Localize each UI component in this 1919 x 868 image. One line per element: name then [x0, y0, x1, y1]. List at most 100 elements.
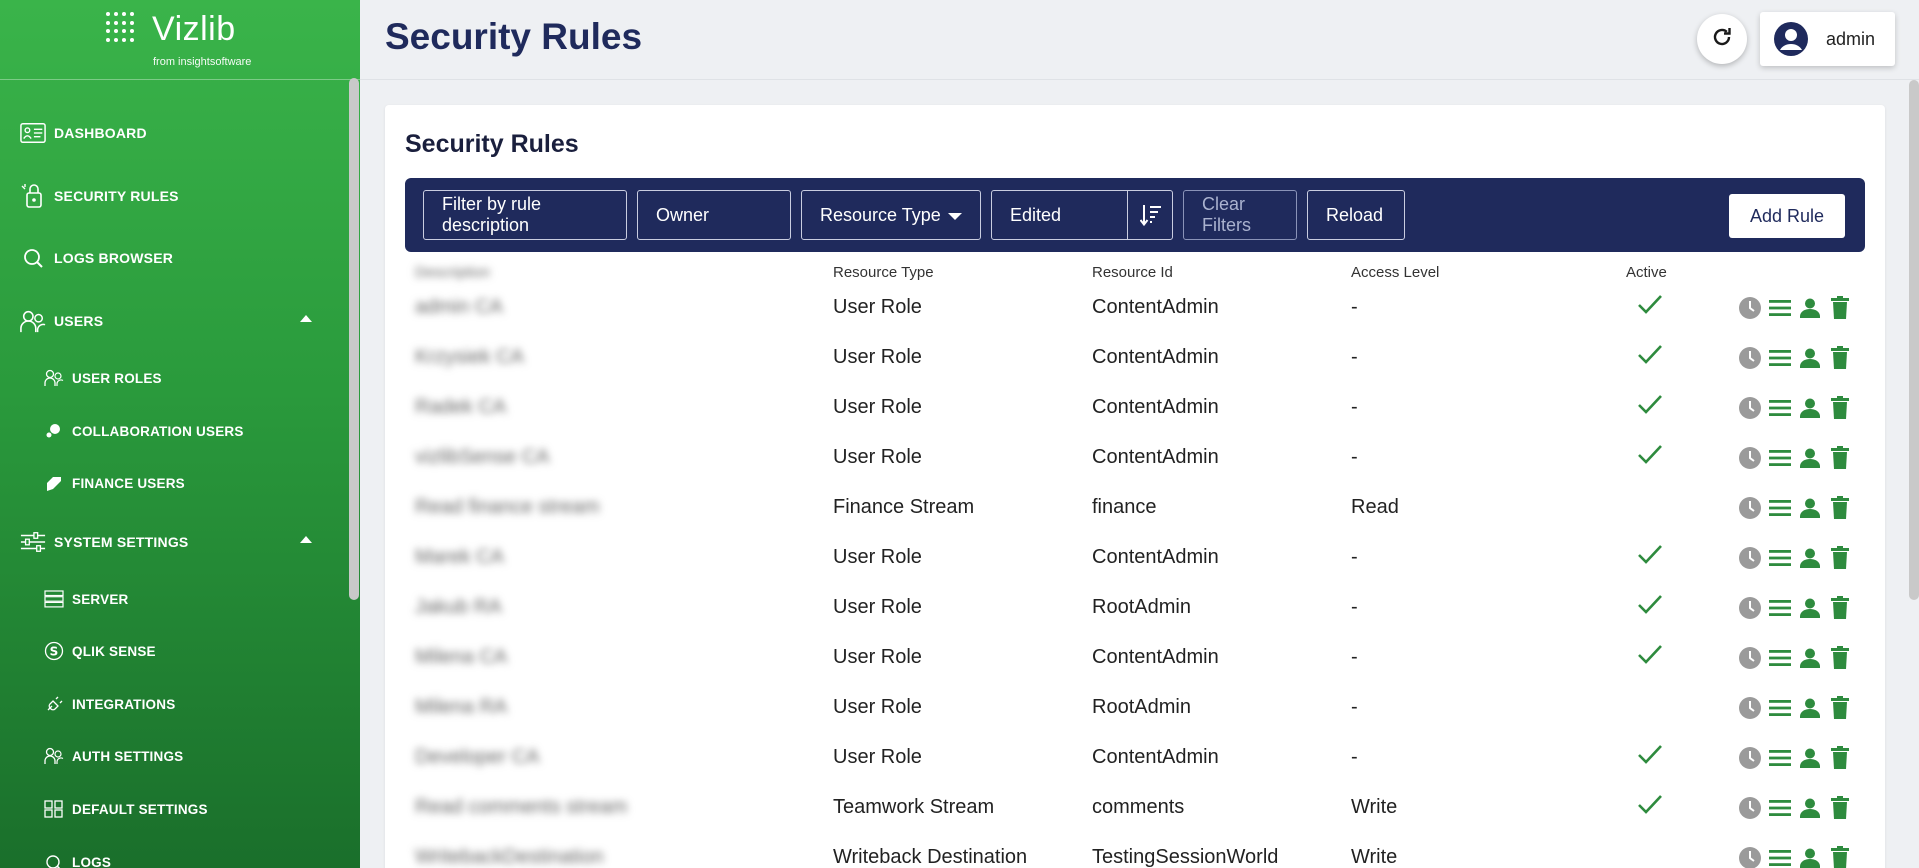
sidebar-item-server[interactable]: SERVER: [44, 584, 344, 614]
resource-type-select[interactable]: Resource Type: [801, 190, 981, 240]
details-list-icon[interactable]: [1767, 695, 1793, 721]
history-icon[interactable]: [1737, 845, 1763, 868]
history-icon[interactable]: [1737, 695, 1763, 721]
refresh-button[interactable]: [1697, 14, 1747, 64]
cell-resource-type: User Role: [833, 746, 922, 768]
history-icon[interactable]: [1737, 595, 1763, 621]
column-header-resource-id[interactable]: Resource Id: [1092, 264, 1173, 281]
row-actions: [1737, 695, 1853, 721]
sort-descending-icon[interactable]: [1139, 203, 1162, 232]
history-icon[interactable]: [1737, 745, 1763, 771]
collapse-caret-icon[interactable]: [300, 315, 312, 322]
table-row[interactable]: Krzysiek CA User Role ContentAdmin -: [385, 345, 1885, 395]
sidebar-item-security-rules[interactable]: SECURITY RULES: [20, 181, 320, 211]
details-list-icon[interactable]: [1767, 745, 1793, 771]
collaboration-icon: [44, 421, 64, 441]
main-scrollbar[interactable]: [1909, 80, 1919, 600]
sidebar-item-collaboration-users[interactable]: COLLABORATION USERS: [44, 416, 344, 446]
sidebar-item-user-roles[interactable]: USER ROLES: [44, 363, 344, 393]
sidebar-item-system-settings[interactable]: SYSTEM SETTINGS: [20, 527, 320, 557]
history-icon[interactable]: [1737, 795, 1763, 821]
details-list-icon[interactable]: [1767, 795, 1793, 821]
history-icon[interactable]: [1737, 445, 1763, 471]
table-row[interactable]: admin CA User Role ContentAdmin -: [385, 295, 1885, 345]
delete-trash-icon[interactable]: [1827, 545, 1853, 571]
delete-trash-icon[interactable]: [1827, 445, 1853, 471]
owner-person-icon[interactable]: [1797, 395, 1823, 421]
add-rule-button[interactable]: Add Rule: [1729, 194, 1845, 238]
owner-person-icon[interactable]: [1797, 645, 1823, 671]
collapse-caret-icon[interactable]: [300, 536, 312, 543]
sidebar-item-users[interactable]: USERS: [20, 306, 320, 336]
delete-trash-icon[interactable]: [1827, 295, 1853, 321]
sidebar-item-qlik-sense[interactable]: S QLIK SENSE: [44, 636, 344, 666]
user-menu-button[interactable]: admin: [1760, 12, 1895, 66]
delete-trash-icon[interactable]: [1827, 395, 1853, 421]
sidebar-scrollbar[interactable]: [349, 78, 359, 600]
sidebar-item-finance-users[interactable]: FINANCE USERS: [44, 468, 344, 498]
owner-person-icon[interactable]: [1797, 295, 1823, 321]
table-row[interactable]: Marek CA User Role ContentAdmin -: [385, 545, 1885, 595]
active-check-icon: [1637, 643, 1663, 670]
history-icon[interactable]: [1737, 495, 1763, 521]
details-list-icon[interactable]: [1767, 545, 1793, 571]
column-header-description[interactable]: Description: [415, 264, 490, 281]
owner-filter-input[interactable]: Owner: [637, 190, 791, 240]
reload-button[interactable]: Reload: [1307, 190, 1405, 240]
table-row[interactable]: Read finance stream Finance Stream finance…: [385, 495, 1885, 545]
details-list-icon[interactable]: [1767, 595, 1793, 621]
table-row[interactable]: Read comments stream Teamwork Stream comme…: [385, 795, 1885, 845]
owner-person-icon[interactable]: [1797, 345, 1823, 371]
clear-filters-button[interactable]: Clear Filters: [1183, 190, 1297, 240]
delete-trash-icon[interactable]: [1827, 795, 1853, 821]
delete-trash-icon[interactable]: [1827, 495, 1853, 521]
table-row[interactable]: Milena CA User Role ContentAdmin -: [385, 645, 1885, 695]
table-row[interactable]: Developer CA User Role ContentAdmin -: [385, 745, 1885, 795]
description-filter-placeholder: Filter by rule description: [442, 194, 542, 235]
delete-trash-icon[interactable]: [1827, 745, 1853, 771]
history-icon[interactable]: [1737, 545, 1763, 571]
details-list-icon[interactable]: [1767, 845, 1793, 868]
cell-access-level: -: [1351, 546, 1358, 568]
owner-person-icon[interactable]: [1797, 795, 1823, 821]
description-filter-input[interactable]: Filter by rule description: [423, 190, 627, 240]
details-list-icon[interactable]: [1767, 445, 1793, 471]
sidebar-item-logs-browser[interactable]: LOGS BROWSER: [20, 243, 320, 273]
table-row[interactable]: vizlibSense CA User Role ContentAdmin -: [385, 445, 1885, 495]
details-list-icon[interactable]: [1767, 295, 1793, 321]
owner-person-icon[interactable]: [1797, 445, 1823, 471]
table-row[interactable]: Radek CA User Role ContentAdmin -: [385, 395, 1885, 445]
sort-field-select[interactable]: Edited: [991, 190, 1173, 240]
delete-trash-icon[interactable]: [1827, 845, 1853, 868]
history-icon[interactable]: [1737, 395, 1763, 421]
owner-person-icon[interactable]: [1797, 595, 1823, 621]
sidebar-item-logs[interactable]: LOGS: [44, 847, 344, 868]
sidebar-item-default-settings[interactable]: DEFAULT SETTINGS: [44, 794, 344, 824]
column-header-active[interactable]: Active: [1626, 264, 1667, 281]
owner-person-icon[interactable]: [1797, 745, 1823, 771]
delete-trash-icon[interactable]: [1827, 695, 1853, 721]
column-header-access-level[interactable]: Access Level: [1351, 264, 1439, 281]
sidebar-item-dashboard[interactable]: DASHBOARD: [20, 118, 320, 148]
column-header-resource-type[interactable]: Resource Type: [833, 264, 934, 281]
owner-person-icon[interactable]: [1797, 545, 1823, 571]
details-list-icon[interactable]: [1767, 645, 1793, 671]
sidebar-item-auth-settings[interactable]: AUTH SETTINGS: [44, 741, 344, 771]
owner-person-icon[interactable]: [1797, 845, 1823, 868]
sidebar-item-integrations[interactable]: INTEGRATIONS: [44, 689, 344, 719]
details-list-icon[interactable]: [1767, 395, 1793, 421]
table-row[interactable]: WritebackDestination Writeback Destinatio…: [385, 845, 1885, 868]
history-icon[interactable]: [1737, 645, 1763, 671]
delete-trash-icon[interactable]: [1827, 595, 1853, 621]
delete-trash-icon[interactable]: [1827, 645, 1853, 671]
table-row[interactable]: Jakub RA User Role RootAdmin -: [385, 595, 1885, 645]
history-icon[interactable]: [1737, 295, 1763, 321]
details-list-icon[interactable]: [1767, 345, 1793, 371]
details-list-icon[interactable]: [1767, 495, 1793, 521]
history-icon[interactable]: [1737, 345, 1763, 371]
owner-person-icon[interactable]: [1797, 495, 1823, 521]
table-row[interactable]: Milena RA User Role RootAdmin -: [385, 695, 1885, 745]
finance-icon: [44, 473, 64, 493]
owner-person-icon[interactable]: [1797, 695, 1823, 721]
delete-trash-icon[interactable]: [1827, 345, 1853, 371]
